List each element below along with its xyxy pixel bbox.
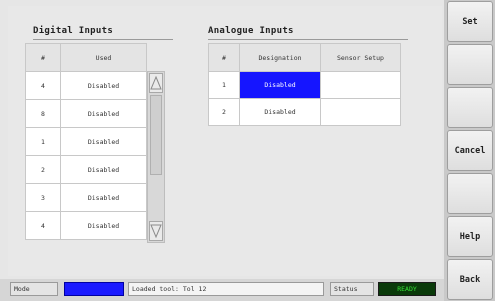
di-row-number: 2 [25,155,61,184]
table-row[interactable]: 3 Disabled [25,183,147,212]
di-row-number: 4 [25,71,61,100]
column-header-number: # [25,43,61,72]
digital-inputs-divider [33,39,173,40]
column-header-number: # [208,43,240,72]
table-row[interactable]: 8 Disabled [25,99,147,128]
table-row[interactable]: 4 Disabled [25,211,147,240]
table-row[interactable]: 2 Disabled [25,155,147,184]
status-label: Status [330,282,374,296]
mode-indicator [64,282,124,296]
table-row[interactable]: 2 Disabled [208,98,401,126]
digital-inputs-scrollbar[interactable] [147,71,165,243]
column-header-sensor-setup: Sensor Setup [320,43,401,72]
column-header-designation: Designation [239,43,321,72]
analogue-inputs-title: Analogue Inputs [208,26,294,36]
ai-row-sensor-setup[interactable] [320,98,401,126]
di-row-used[interactable]: Disabled [60,99,147,128]
status-indicator: READY [378,282,436,296]
ai-row-designation-selected[interactable]: Disabled [239,71,321,99]
status-message: Loaded tool: Tol 12 [128,282,324,296]
ai-row-sensor-setup[interactable] [320,71,401,99]
ai-row-number: 2 [208,98,240,126]
di-row-used[interactable]: Disabled [60,127,147,156]
set-button[interactable]: Set [447,1,493,42]
scroll-up-button[interactable] [149,73,163,93]
ai-row-number: 1 [208,71,240,99]
di-row-used[interactable]: Disabled [60,155,147,184]
main-panel: Digital Inputs # Used 4 Disabled 8 Disab… [8,6,442,276]
analogue-inputs-divider [208,39,408,40]
arrow-down-icon [150,224,162,239]
analogue-inputs-table: # Designation Sensor Setup 1 Disabled 2 … [208,43,401,126]
status-bar: Mode Loaded tool: Tol 12 Status READY [0,279,444,301]
scroll-thumb[interactable] [150,95,162,175]
di-row-number: 8 [25,99,61,128]
table-header-row: # Designation Sensor Setup [208,43,401,72]
mode-label: Mode [10,282,58,296]
table-header-row: # Used [25,43,147,72]
di-row-used[interactable]: Disabled [60,211,147,240]
di-row-used[interactable]: Disabled [60,183,147,212]
digital-inputs-table: # Used 4 Disabled 8 Disabled 1 Disabled … [25,43,147,240]
ai-row-designation[interactable]: Disabled [239,98,321,126]
di-row-number: 3 [25,183,61,212]
arrow-up-icon [150,75,162,90]
softkey-5-button[interactable] [447,173,493,214]
softkey-2-button[interactable] [447,44,493,85]
back-button[interactable]: Back [447,259,493,300]
di-row-used[interactable]: Disabled [60,71,147,100]
softkey-3-button[interactable] [447,87,493,128]
digital-inputs-title: Digital Inputs [33,26,114,36]
table-row[interactable]: 4 Disabled [25,71,147,100]
di-row-number: 1 [25,127,61,156]
softkey-panel: Set Cancel Help Back [444,0,495,301]
cancel-button[interactable]: Cancel [447,130,493,171]
column-header-used: Used [60,43,147,72]
di-row-number: 4 [25,211,61,240]
table-row[interactable]: 1 Disabled [25,127,147,156]
scroll-down-button[interactable] [149,221,163,241]
table-row[interactable]: 1 Disabled [208,71,401,99]
help-button[interactable]: Help [447,216,493,257]
